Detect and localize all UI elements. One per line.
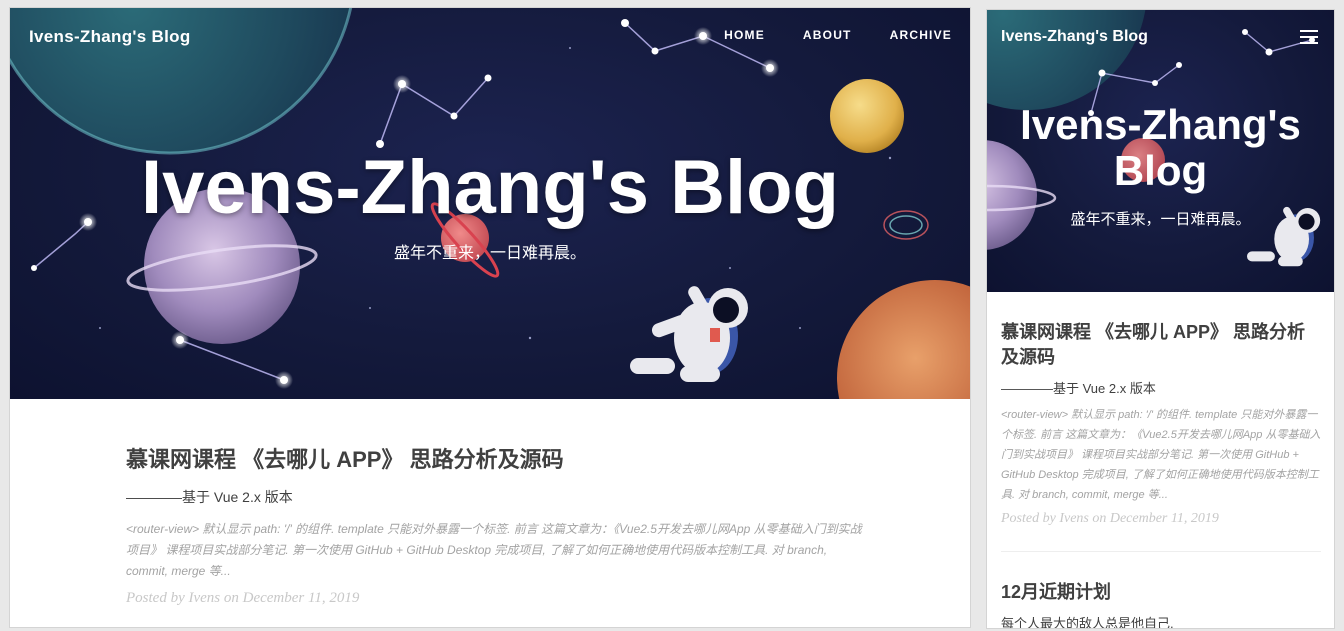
desktop-view: Ivens-Zhang's Blog HOME ABOUT ARCHIVE Iv… xyxy=(9,7,971,628)
mobile-post-meta: Posted by Ivens on December 11, 2019 xyxy=(1001,511,1219,526)
nav-archive-link[interactable]: ARCHIVE xyxy=(890,28,952,42)
hero-subtitle: 盛年不重来，一日难再晨。 xyxy=(393,245,586,262)
post-subtitle: ————基于 Vue 2.x 版本 xyxy=(126,488,293,505)
mobile-post-excerpt: <router-view> 默认显示 path: '/' 的组件. templa… xyxy=(1001,409,1321,501)
post-title-link[interactable]: 慕课网课程 《去哪儿 APP》 思路分析及源码 xyxy=(126,446,866,475)
post-preview: 慕课网课程 《去哪儿 APP》 思路分析及源码 ————基于 Vue 2.x 版… xyxy=(126,446,866,607)
mobile-site-brand[interactable]: Ivens-Zhang's Blog xyxy=(1001,28,1148,46)
mobile-post-preview: 慕课网课程 《去哪儿 APP》 思路分析及源码 ————基于 Vue 2.x 版… xyxy=(1001,320,1321,527)
hero-title: Ivens-Zhang's Blog xyxy=(141,145,839,230)
hamburger-menu-icon[interactable] xyxy=(1300,30,1318,44)
mobile-hero-banner: Ivens-Zhang's Blog Ivens-Zhang's Blog 盛年… xyxy=(987,10,1334,292)
mobile-post-preview: 12月近期计划 每个人最大的敌人总是他自己. xyxy=(1001,580,1321,629)
astronaut-illustration xyxy=(630,286,748,382)
post-meta: Posted by Ivens on December 11, 2019 xyxy=(126,589,360,606)
post-divider xyxy=(1001,551,1321,552)
mobile-view: Ivens-Zhang's Blog Ivens-Zhang's Blog 盛年… xyxy=(986,9,1335,629)
post-excerpt: <router-view> 默认显示 path: '/' 的组件. templa… xyxy=(126,521,862,578)
mobile-post-title-link[interactable]: 12月近期计划 xyxy=(1001,580,1321,605)
nav-home-link[interactable]: HOME xyxy=(724,28,765,42)
nav-about-link[interactable]: ABOUT xyxy=(803,28,852,42)
mobile-post-title-link[interactable]: 慕课网课程 《去哪儿 APP》 思路分析及源码 xyxy=(1001,320,1321,370)
mobile-hero-title: Ivens-Zhang's Blog xyxy=(1020,101,1301,194)
site-brand[interactable]: Ivens-Zhang's Blog xyxy=(29,27,191,47)
mobile-hero-subtitle: 盛年不重来，一日难再晨。 xyxy=(1070,211,1251,228)
top-nav: HOME ABOUT ARCHIVE xyxy=(724,28,952,42)
mobile-post-subtitle: 每个人最大的敌人总是他自己. xyxy=(1001,616,1174,629)
mobile-post-subtitle: ————基于 Vue 2.x 版本 xyxy=(1001,381,1156,396)
hero-banner: Ivens-Zhang's Blog HOME ABOUT ARCHIVE Iv… xyxy=(10,8,970,399)
